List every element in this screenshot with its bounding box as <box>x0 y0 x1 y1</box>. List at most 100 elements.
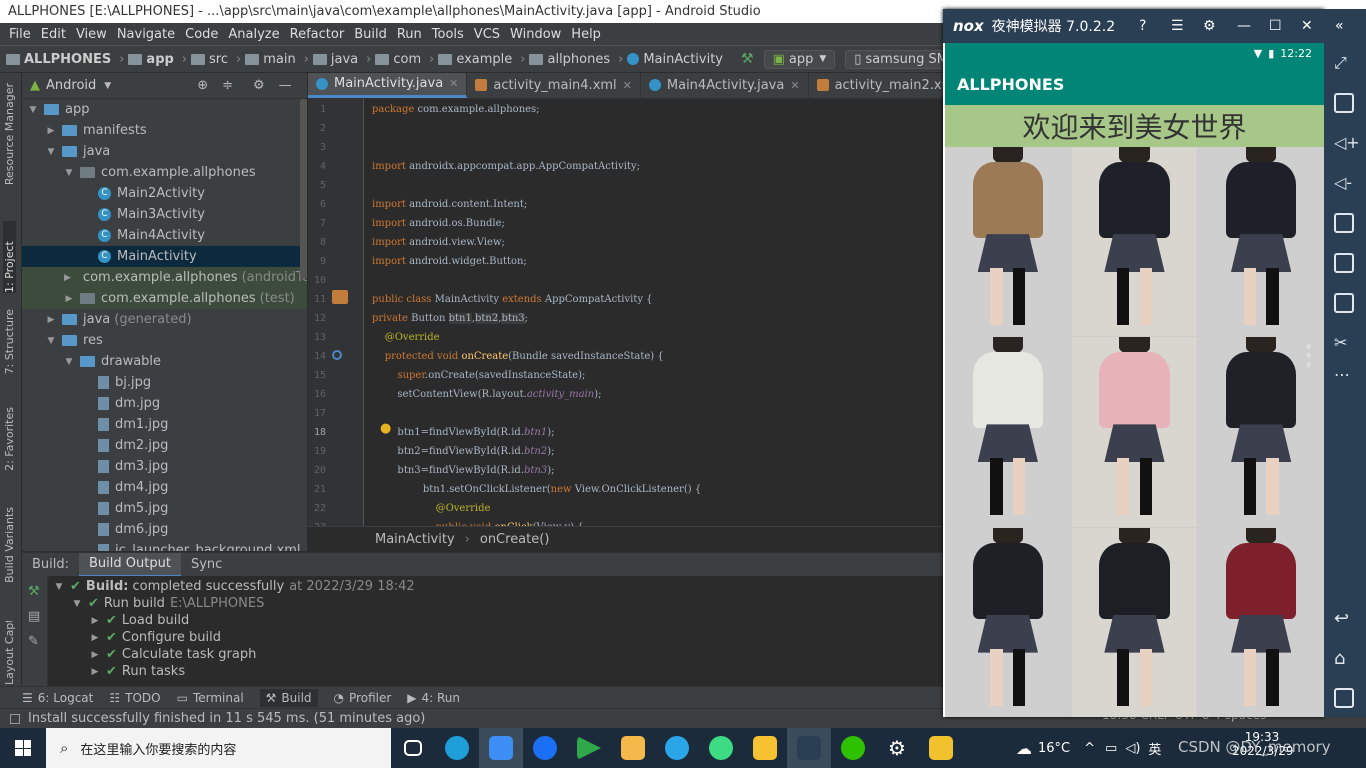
target-icon[interactable]: ⊕ <box>197 78 208 93</box>
filter-icon[interactable]: ▤ <box>28 609 47 624</box>
chevron-right-icon[interactable]: ▶ <box>46 315 56 325</box>
file-explorer-icon[interactable] <box>919 728 963 768</box>
screen-icon[interactable] <box>1334 213 1354 233</box>
weather-temp[interactable]: 16°C <box>1038 741 1070 756</box>
nox-app-icon[interactable] <box>787 728 831 768</box>
menu-file[interactable]: File <box>4 27 36 42</box>
breadcrumb-item[interactable]: ALLPHONES <box>6 52 111 67</box>
chevron-down-icon[interactable]: ▼ <box>104 81 111 91</box>
chevron-down-icon[interactable]: ▼ <box>46 147 56 157</box>
chevron-right-icon[interactable]: ▶ <box>46 126 56 136</box>
menu-view[interactable]: View <box>71 27 112 42</box>
device-select[interactable]: ▯samsung SM-G9550▼ <box>845 49 945 69</box>
chevron-down-icon[interactable]: ▼ <box>28 105 38 115</box>
photo-tile[interactable] <box>1071 337 1198 527</box>
wechat-icon[interactable] <box>831 728 875 768</box>
pin-icon[interactable]: ✎ <box>28 634 47 649</box>
tree-item[interactable]: dm5.jpg <box>22 498 307 519</box>
bottom-tool-run[interactable]: ▶ 4: Run <box>407 691 460 705</box>
run-config-select[interactable]: ▣ app ▼ <box>763 49 836 69</box>
breadcrumb-item[interactable]: app <box>128 52 174 67</box>
photo-tile[interactable] <box>945 527 1071 717</box>
app-icon-yellow[interactable] <box>743 728 787 768</box>
recents-icon[interactable] <box>1334 688 1354 708</box>
tool-tab-structure[interactable]: 7: Structure <box>3 309 16 374</box>
tree-item[interactable]: dm4.jpg <box>22 477 307 498</box>
feishu-icon[interactable] <box>479 728 523 768</box>
menu-tools[interactable]: Tools <box>427 27 469 42</box>
volume-down-icon[interactable]: ◁- <box>1334 173 1354 193</box>
bottom-tool-todo[interactable]: ☷ TODO <box>109 691 160 705</box>
menu-navigate[interactable]: Navigate <box>112 27 180 42</box>
menu-analyze[interactable]: Analyze <box>223 27 284 42</box>
chevron-down-icon[interactable]: ▼ <box>64 168 74 178</box>
edge-icon[interactable] <box>435 728 479 768</box>
menu-edit[interactable]: Edit <box>36 27 71 42</box>
tree-item[interactable]: ▶ java (generated) <box>22 309 307 330</box>
tree-item[interactable]: bj.jpg <box>22 372 307 393</box>
kugou-icon[interactable] <box>523 728 567 768</box>
build-output-row[interactable]: ▶ ✔ Calculate task graph <box>48 646 945 663</box>
editor-tab[interactable]: activity_main2.xml✕ <box>809 73 945 98</box>
override-gutter-icon[interactable] <box>332 350 342 360</box>
more-icon[interactable]: ⋯ <box>1334 365 1354 385</box>
chevron-icon[interactable]: ▶ <box>90 633 100 643</box>
settings-icon[interactable]: ⚙ <box>1203 18 1216 34</box>
menu-run[interactable]: Run <box>392 27 427 42</box>
editor-tab[interactable]: MainActivity.java ✕ <box>308 73 468 98</box>
chevron-down-icon[interactable]: ▼ <box>64 357 74 367</box>
chevron-icon[interactable]: ▶ <box>90 616 100 626</box>
photo-tile[interactable] <box>945 147 1071 337</box>
android-studio-icon[interactable] <box>699 728 743 768</box>
tab-sync[interactable]: Sync <box>181 553 232 577</box>
back-icon[interactable]: ↩ <box>1334 608 1354 629</box>
menu-code[interactable]: Code <box>180 27 223 42</box>
tree-item[interactable]: dm2.jpg <box>22 435 307 456</box>
maximize-icon[interactable]: ☐ <box>1269 18 1282 34</box>
collapse-icon[interactable]: ≑ <box>222 78 233 93</box>
photo-tile[interactable] <box>1071 527 1198 717</box>
chevron-right-icon[interactable]: ▶ <box>64 294 74 304</box>
task-view-button[interactable] <box>391 728 435 768</box>
menu-refactor[interactable]: Refactor <box>285 27 350 42</box>
code-editor[interactable]: package com.example.allphones; import an… <box>364 99 944 526</box>
gear-icon[interactable]: ⚙ <box>253 78 265 93</box>
code-breadcrumb-class[interactable]: MainActivity <box>375 532 455 547</box>
chevron-right-icon[interactable]: ▶ <box>64 273 71 283</box>
build-output-row[interactable]: ▶ ✔ Configure build <box>48 629 945 646</box>
menu-build[interactable]: Build <box>349 27 392 42</box>
chevron-down-icon[interactable]: ▼ <box>46 336 56 346</box>
player-icon[interactable] <box>567 728 611 768</box>
breadcrumb-item[interactable]: allphones <box>529 52 610 67</box>
tree-scrollbar[interactable] <box>300 99 307 279</box>
tool-tab-resource-manager[interactable]: Resource Manager <box>3 83 16 185</box>
bottom-tool-terminal[interactable]: ▭ Terminal <box>177 691 244 705</box>
tool-tab-favorites[interactable]: 2: Favorites <box>3 407 16 471</box>
tree-item[interactable]: dm3.jpg <box>22 456 307 477</box>
tree-item[interactable]: ▶ manifests <box>22 120 307 141</box>
hammer-icon[interactable]: ⚒ <box>28 584 47 599</box>
build-output-row[interactable]: ▼ ✔ Run build E:\ALLPHONES <box>48 595 945 612</box>
run-gutter-icon[interactable] <box>332 290 348 304</box>
close-icon[interactable]: ✕ <box>449 77 458 90</box>
tool-tab-project[interactable]: 1: Project <box>3 221 16 293</box>
build-output-row[interactable]: ▶ ✔ Load build <box>48 612 945 629</box>
build-output-row[interactable]: ▼ ✔ Build: completed successfully at 2022/3/… <box>48 578 945 595</box>
breadcrumb-item[interactable]: java <box>312 52 358 67</box>
tray-chevron-icon[interactable]: ^ <box>1084 741 1095 756</box>
tree-item[interactable]: C MainActivity <box>22 246 307 267</box>
bottom-tool-profiler[interactable]: ◔ Profiler <box>334 691 392 705</box>
menu-vcs[interactable]: VCS <box>469 27 505 42</box>
code-breadcrumb-method[interactable]: onCreate() <box>480 532 550 547</box>
tree-item[interactable]: ▶ com.example.allphones (test) <box>22 288 307 309</box>
ime-indicator[interactable]: 英 <box>1148 739 1161 758</box>
help-icon[interactable]: ? <box>1139 18 1146 34</box>
minimize-icon[interactable]: — <box>279 78 292 93</box>
breadcrumb-item[interactable]: example <box>438 52 512 67</box>
tree-item[interactable]: ▼ drawable <box>22 351 307 372</box>
tree-item[interactable]: C Main4Activity <box>22 225 307 246</box>
tab-build-output[interactable]: Build Output <box>79 552 181 577</box>
build-output-row[interactable]: ▶ ✔ Run tasks <box>48 663 945 680</box>
close-icon[interactable]: ✕ <box>623 79 632 92</box>
hammer-icon[interactable]: ⚒ <box>741 51 754 67</box>
